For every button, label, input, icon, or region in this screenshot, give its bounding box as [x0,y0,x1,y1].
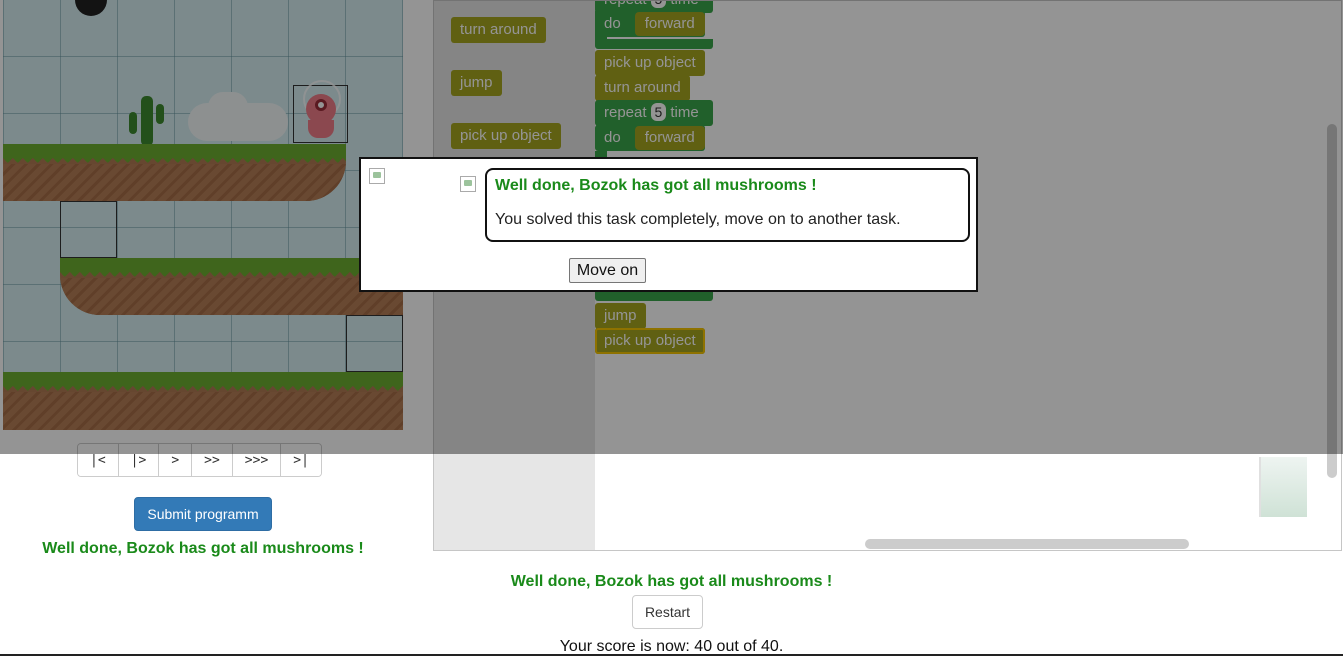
dialog-message-box: Well done, Bozok has got all mushrooms !… [485,168,970,242]
broken-image-icon [460,176,476,192]
success-dialog: Well done, Bozok has got all mushrooms !… [359,157,978,292]
result-message: Well done, Bozok has got all mushrooms ! [510,573,833,590]
restart-button[interactable]: Restart [632,595,703,629]
dialog-message: You solved this task completely, move on… [495,211,901,228]
game-status-message: Well done, Bozok has got all mushrooms ! [42,540,364,557]
move-on-button[interactable]: Move on [569,258,646,283]
dialog-title: Well done, Bozok has got all mushrooms ! [495,177,817,194]
broken-image-icon [369,168,385,184]
submit-program-button[interactable]: Submit programm [134,497,272,531]
trash-can-icon[interactable] [1259,457,1307,517]
workspace-horizontal-scrollbar[interactable] [865,539,1189,549]
